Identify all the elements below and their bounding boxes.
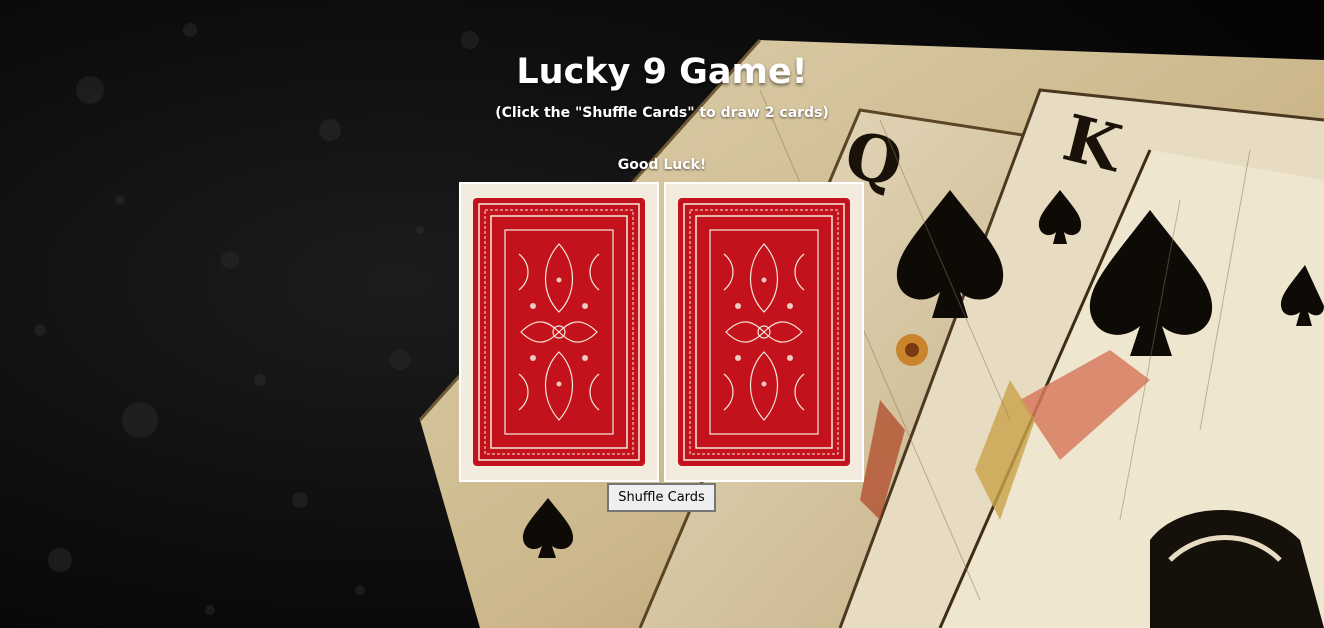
card-back-pattern: [461, 184, 657, 480]
instructions-text: (Click the "Shuffle Cards" to draw 2 car…: [495, 105, 829, 121]
status-message: Good Luck!: [617, 157, 707, 173]
card-back-pattern: [666, 184, 862, 480]
playing-card-2: [664, 182, 864, 482]
background-art: Q K: [0, 0, 1324, 628]
page-title: Lucky 9 Game!: [516, 52, 808, 92]
shuffle-cards-button[interactable]: Shuffle Cards: [607, 483, 716, 512]
playing-card-1: [459, 182, 659, 482]
game-stage: Q K Lucky 9 Game! (Click the "Shuffle Ca…: [0, 0, 1324, 628]
